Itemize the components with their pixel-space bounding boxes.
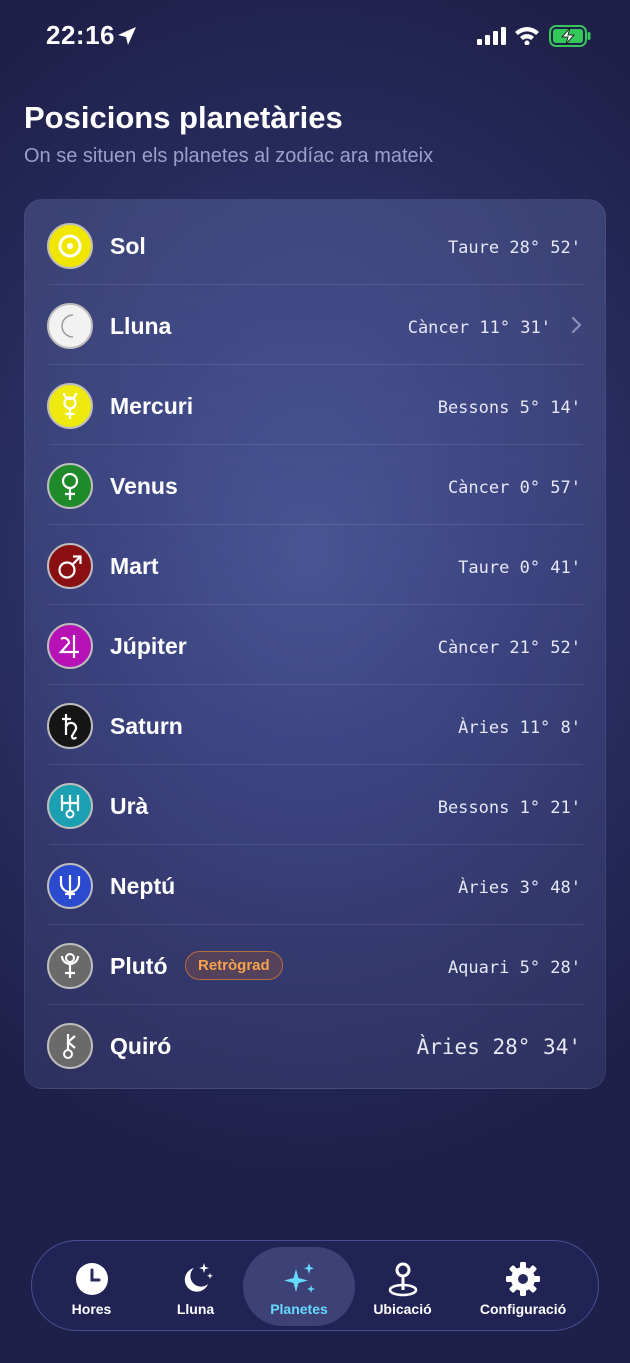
planet-name: Lluna bbox=[110, 313, 172, 339]
planet-position: Àries 28° 34' bbox=[416, 1035, 581, 1059]
planet-row-mart[interactable]: Mart Taure 0° 41' bbox=[25, 525, 607, 605]
planet-position: Àries 11° 8' bbox=[458, 718, 581, 738]
planet-row-sol[interactable]: Sol Taure 28° 52' bbox=[25, 205, 607, 285]
planet-name: Venus bbox=[110, 473, 178, 499]
mercury-symbol-icon bbox=[47, 383, 93, 429]
tab-label: Ubicació bbox=[373, 1301, 432, 1317]
tab-ubicacio[interactable]: Ubicació bbox=[355, 1247, 450, 1326]
sun-symbol-icon bbox=[47, 223, 93, 269]
tab-label: Hores bbox=[71, 1301, 112, 1317]
tab-configuracio[interactable]: Configuració bbox=[462, 1247, 584, 1326]
planet-position: Càncer 0° 57' bbox=[447, 478, 581, 498]
status-time: 22:16 bbox=[46, 20, 115, 50]
wifi-icon bbox=[515, 27, 539, 45]
clock-icon bbox=[75, 1263, 108, 1295]
mars-symbol-icon bbox=[47, 543, 93, 589]
planet-list: Sol Taure 28° 52' Lluna Càncer 11° 31' M… bbox=[24, 199, 606, 1089]
status-bar: 22:16 bbox=[0, 0, 630, 72]
planet-position: Càncer 21° 52' bbox=[437, 638, 581, 658]
tab-label: Lluna bbox=[176, 1301, 215, 1317]
page-subtitle: On se situen els planetes al zodíac ara … bbox=[24, 145, 434, 167]
uranus-symbol-icon bbox=[47, 783, 93, 829]
planet-row-pluto[interactable]: Plutó Retrògrad Aquari 5° 28' bbox=[25, 925, 607, 1005]
pluto-symbol-icon bbox=[47, 943, 93, 989]
tab-hores[interactable]: Hores bbox=[44, 1247, 139, 1326]
planet-row-neptu[interactable]: Neptú Àries 3° 48' bbox=[25, 845, 607, 925]
planet-name: Quiró bbox=[110, 1033, 172, 1059]
planet-row-quiro[interactable]: Quiró Àries 28° 34' bbox=[25, 1005, 607, 1085]
sparkles-icon bbox=[284, 1263, 315, 1293]
planet-name: Plutó bbox=[110, 953, 168, 979]
planet-position: Bessons 1° 21' bbox=[437, 798, 581, 818]
chiron-symbol-icon bbox=[47, 1023, 93, 1069]
planet-position: Càncer 11° 31' bbox=[407, 318, 551, 338]
tab-planetes[interactable]: Planetes bbox=[243, 1247, 355, 1326]
planet-position: Bessons 5° 14' bbox=[437, 398, 581, 418]
saturn-symbol-icon bbox=[47, 703, 93, 749]
tab-bar: Hores Lluna Planetes Ubicació Configurac… bbox=[31, 1240, 599, 1331]
jupiter-symbol-icon bbox=[47, 623, 93, 669]
cellular-signal-icon bbox=[477, 27, 506, 45]
battery-charging-icon bbox=[549, 25, 591, 47]
planet-row-venus[interactable]: Venus Càncer 0° 57' bbox=[25, 445, 607, 525]
retrograde-badge: Retrògrad bbox=[185, 951, 283, 980]
planet-position: Aquari 5° 28' bbox=[447, 958, 581, 978]
gear-icon bbox=[506, 1262, 540, 1296]
moon-symbol-icon bbox=[47, 303, 93, 349]
page-title: Posicions planetàries bbox=[24, 100, 343, 135]
location-arrow-icon bbox=[118, 27, 136, 45]
planet-position: Àries 3° 48' bbox=[458, 878, 581, 898]
planet-row-lluna[interactable]: Lluna Càncer 11° 31' bbox=[25, 285, 607, 365]
planet-name: Sol bbox=[110, 233, 146, 259]
location-pin-icon bbox=[388, 1262, 417, 1297]
tab-label: Planetes bbox=[270, 1301, 328, 1317]
planet-name: Saturn bbox=[110, 713, 183, 739]
tab-lluna[interactable]: Lluna bbox=[148, 1247, 243, 1326]
planet-row-jupiter[interactable]: Júpiter Càncer 21° 52' bbox=[25, 605, 607, 685]
venus-symbol-icon bbox=[47, 463, 93, 509]
planet-row-saturn[interactable]: Saturn Àries 11° 8' bbox=[25, 685, 607, 765]
planet-position: Taure 0° 41' bbox=[458, 558, 581, 578]
planet-row-mercuri[interactable]: Mercuri Bessons 5° 14' bbox=[25, 365, 607, 445]
planet-position: Taure 28° 52' bbox=[447, 238, 581, 258]
planet-name: Júpiter bbox=[110, 633, 187, 659]
planet-row-ura[interactable]: Urà Bessons 1° 21' bbox=[25, 765, 607, 845]
neptune-symbol-icon bbox=[47, 863, 93, 909]
moon-stars-icon bbox=[184, 1263, 213, 1292]
chevron-right-icon[interactable] bbox=[571, 316, 583, 334]
tab-label: Configuració bbox=[479, 1301, 567, 1317]
planet-name: Mart bbox=[110, 553, 159, 579]
planet-name: Urà bbox=[110, 793, 149, 819]
planet-name: Neptú bbox=[110, 873, 176, 899]
planet-name: Mercuri bbox=[110, 393, 194, 419]
